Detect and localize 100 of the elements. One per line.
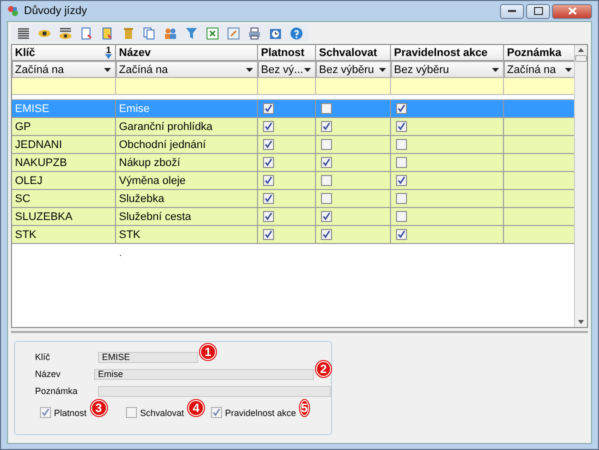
table-cell: Nákup zboží — [119, 156, 180, 168]
filter-dropdown[interactable]: Začíná na — [504, 61, 574, 78]
vertical-scrollbar[interactable] — [574, 45, 587, 327]
dropdown-arrow-icon — [246, 68, 253, 72]
filter-dropdown[interactable]: Bez výběru — [316, 61, 391, 78]
maximize-icon — [534, 7, 542, 15]
dropdown-arrow-icon — [565, 68, 572, 72]
maximize-button[interactable] — [526, 4, 550, 18]
scroll-up-icon[interactable] — [578, 48, 584, 52]
checkbox[interactable] — [263, 175, 274, 186]
checkbox[interactable] — [263, 193, 274, 204]
checkbox[interactable] — [321, 229, 332, 240]
minimize-button[interactable] — [500, 4, 524, 18]
column-header[interactable]: Pravidelnost akce — [391, 45, 504, 61]
table-cell: EMISE — [15, 102, 50, 114]
checkbox[interactable] — [211, 407, 222, 418]
table-cell: GP — [15, 120, 31, 132]
checkbox[interactable] — [396, 103, 407, 114]
checkbox[interactable] — [321, 121, 332, 132]
app-icon — [7, 5, 19, 17]
filter-input-field[interactable] — [504, 78, 574, 95]
checkbox[interactable] — [263, 103, 274, 114]
scroll-down-icon[interactable] — [578, 320, 584, 324]
table-cell: Služební cesta — [119, 210, 192, 222]
checkbox[interactable] — [396, 229, 407, 240]
checkbox[interactable] — [263, 229, 274, 240]
table-cell: OLEJ — [15, 174, 43, 186]
close-icon — [568, 7, 576, 15]
table-cell: SC — [15, 192, 30, 204]
dropdown-arrow-icon — [492, 68, 499, 72]
table-cell: NAKUPZB — [15, 156, 67, 168]
checkbox[interactable] — [263, 157, 274, 168]
table-row[interactable]: NAKUPZB Nákup zboží — [12, 154, 574, 172]
column-header[interactable]: Klíč 1 — [12, 45, 116, 61]
checkbox[interactable] — [396, 211, 407, 222]
dropdown-arrow-icon — [304, 68, 311, 72]
table-cell: Služebka — [119, 192, 164, 204]
column-header[interactable]: Schvalovat — [316, 45, 391, 61]
checkbox[interactable] — [263, 121, 274, 132]
checkbox[interactable] — [263, 139, 274, 150]
checkbox-label: Pravidelnost akce — [225, 408, 296, 418]
table-cell: Emise — [119, 102, 150, 114]
table-cell: STK — [15, 228, 36, 240]
checkbox[interactable] — [396, 175, 407, 186]
filter-dropdown[interactable]: Bez výběru — [391, 61, 504, 78]
window-title: Důvody jízdy — [24, 5, 87, 17]
dropdown-arrow-icon — [379, 68, 386, 72]
table-cell: Výměna oleje — [119, 174, 186, 186]
table-row[interactable]: GP Garanční prohlídka — [12, 118, 574, 136]
filter-input-field[interactable] — [116, 78, 258, 95]
table-row[interactable]: SLUZEBKA Služební cesta — [12, 208, 574, 226]
callout-marker: 1 — [200, 344, 216, 360]
callout-marker: 3 — [90, 400, 107, 416]
callout-marker: 5 — [300, 400, 309, 416]
checkbox[interactable] — [321, 193, 332, 204]
minimize-icon — [508, 10, 516, 12]
checkbox[interactable] — [263, 211, 274, 222]
checkbox[interactable] — [321, 139, 332, 150]
checkbox[interactable] — [126, 407, 137, 418]
table-row[interactable]: STK STK — [12, 226, 574, 244]
column-header[interactable]: Platnost — [258, 45, 316, 61]
filter-input-field[interactable] — [316, 78, 391, 95]
table-cell: Obchodní jednání — [119, 138, 206, 150]
field-label: Název — [35, 369, 62, 379]
callout-marker: 4 — [188, 400, 204, 416]
column-header[interactable]: Poznámka — [504, 45, 574, 61]
table-row[interactable]: JEDNANI Obchodní jednání — [12, 136, 574, 154]
table-cell: JEDNANI — [15, 138, 62, 150]
checkbox[interactable] — [40, 407, 51, 418]
input-field[interactable] — [98, 386, 331, 396]
checkbox[interactable] — [321, 211, 332, 222]
callout-marker: 2 — [316, 361, 331, 377]
checkbox[interactable] — [321, 157, 332, 168]
filter-dropdown[interactable]: Bez vý... — [258, 61, 316, 78]
checkbox[interactable] — [396, 139, 407, 150]
table-row[interactable]: OLEJ Výměna oleje — [12, 172, 574, 190]
table-cell: SLUZEBKA — [15, 210, 72, 222]
checkbox-label: Schvalovat — [140, 408, 184, 418]
checkbox[interactable] — [321, 175, 332, 186]
column-header[interactable]: Název — [116, 45, 258, 61]
checkbox[interactable] — [321, 103, 332, 114]
checkbox-label: Platnost — [54, 408, 87, 418]
table-cell: STK — [119, 228, 140, 240]
filter-dropdown[interactable]: Začíná na — [12, 61, 116, 78]
input-field[interactable]: EMISE — [98, 352, 198, 362]
table-cell: Garanční prohlídka — [119, 120, 213, 132]
checkbox[interactable] — [396, 157, 407, 168]
table-row[interactable]: SC Služebka — [12, 190, 574, 208]
sort-indicator: 1 — [105, 46, 112, 59]
filter-dropdown[interactable]: Začíná na — [116, 61, 258, 78]
field-label: Poznámka — [35, 386, 79, 396]
scrollbar-thumb[interactable] — [575, 55, 587, 62]
filter-input-field[interactable] — [391, 78, 504, 95]
input-field[interactable]: Emise — [94, 368, 314, 380]
filter-input-field[interactable] — [258, 78, 316, 95]
field-label: Klíč — [35, 352, 52, 362]
close-button[interactable] — [552, 4, 592, 18]
filter-input-field[interactable] — [12, 78, 116, 95]
checkbox[interactable] — [396, 121, 407, 132]
checkbox[interactable] — [396, 193, 407, 204]
